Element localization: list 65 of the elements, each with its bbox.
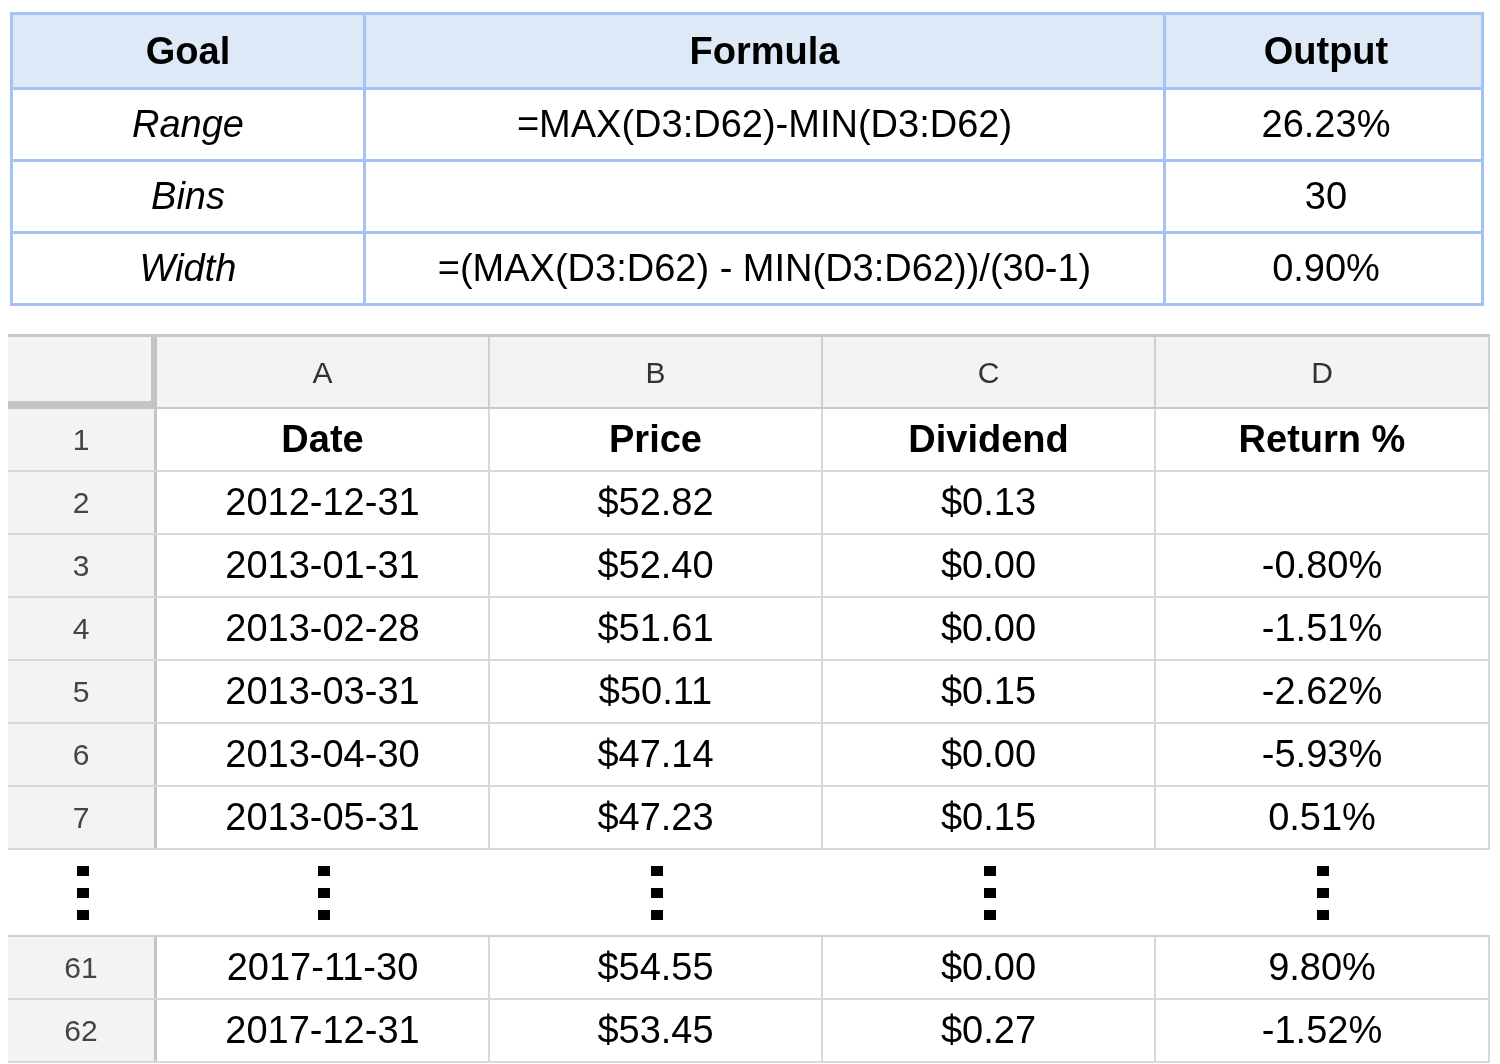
table-cell-text: 2013-04-30: [225, 732, 420, 777]
table-cell-text: Width: [139, 246, 237, 291]
table-cell-text: 2017-11-30: [226, 945, 419, 990]
column-title: Price: [609, 417, 702, 462]
table-cell-text: -1.52%: [1261, 1008, 1383, 1053]
row-number[interactable]: 7: [72, 795, 90, 840]
column-header: Formula: [689, 28, 840, 74]
table-cell-text: 2013-01-31: [225, 543, 420, 588]
table-cell-text: 2013-05-31: [225, 795, 420, 840]
vertical-dots-icon: [983, 865, 996, 920]
vertical-dots-icon: [1317, 865, 1329, 920]
row-number[interactable]: 2: [72, 480, 90, 525]
table-cell-text: Range: [132, 102, 244, 147]
table-cell-text: $54.55: [597, 945, 714, 990]
table-cell-text: 26.23%: [1261, 102, 1391, 147]
table-cell-text: $0.15: [940, 669, 1037, 714]
column-letter[interactable]: D: [1311, 349, 1333, 395]
table-cell-text: $53.45: [597, 1008, 714, 1053]
row-number[interactable]: 62: [64, 1008, 98, 1053]
column-title: Date: [281, 417, 364, 462]
table-cell-text: $0.13: [940, 480, 1037, 525]
table-cell-text: $0.27: [940, 1008, 1037, 1053]
table-cell-text: -1.51%: [1261, 606, 1383, 651]
column-letter[interactable]: B: [645, 349, 666, 395]
row-number[interactable]: 5: [72, 669, 90, 714]
table-cell-text: $0.15: [940, 795, 1037, 840]
column-title: Return %: [1238, 417, 1406, 462]
table-cell-text: $0.00: [940, 945, 1037, 990]
vertical-dots-icon: [317, 865, 330, 920]
column-title: Dividend: [908, 417, 1069, 462]
table-cell-text: 2013-03-31: [225, 669, 420, 714]
column-header: Goal: [145, 28, 231, 74]
table-cell-text: =MAX(D3:D62)-MIN(D3:D62): [516, 102, 1013, 147]
row-number[interactable]: 4: [72, 606, 90, 651]
column-letter[interactable]: A: [312, 349, 333, 395]
table-cell-text: 2013-02-28: [225, 606, 420, 651]
column-header: Output: [1263, 28, 1389, 74]
table-cell-text: =(MAX(D3:D62) - MIN(D3:D62))/(30-1): [437, 246, 1092, 291]
table-cell-text: $0.00: [940, 543, 1037, 588]
table-cell-text: $47.14: [597, 732, 714, 777]
table-cell-text: $52.82: [597, 480, 714, 525]
table-cell-text: -5.93%: [1261, 732, 1383, 777]
row-number[interactable]: 6: [72, 732, 90, 777]
table-cell-text: 30: [1304, 174, 1348, 219]
row-number[interactable]: 1: [72, 417, 90, 462]
table-cell-text: -0.80%: [1261, 543, 1383, 588]
table-cell-text: -2.62%: [1261, 669, 1383, 714]
table-cell-text: $51.61: [597, 606, 714, 651]
vertical-dots-icon: [650, 865, 663, 920]
table-cell-text: $50.11: [598, 669, 713, 714]
table-cell-text: $0.00: [940, 732, 1037, 777]
table-cell-text: 0.90%: [1272, 246, 1380, 291]
table-cell-text: 9.80%: [1268, 945, 1376, 990]
table-cell-text: $0.00: [940, 606, 1037, 651]
row-number[interactable]: 3: [72, 543, 90, 588]
vertical-dots-icon: [76, 865, 89, 920]
table-cell-text: 0.51%: [1268, 795, 1376, 840]
row-number[interactable]: 61: [64, 945, 98, 990]
table-cell-text: Bins: [151, 174, 225, 219]
table-cell-text: $47.23: [597, 795, 714, 840]
table-cell-text: 2017-12-31: [225, 1008, 420, 1053]
column-letter[interactable]: C: [977, 349, 1000, 395]
table-cell-text: 2012-12-31: [225, 480, 420, 525]
table-cell-text: $52.40: [597, 543, 714, 588]
corner-cell[interactable]: [8, 337, 157, 409]
